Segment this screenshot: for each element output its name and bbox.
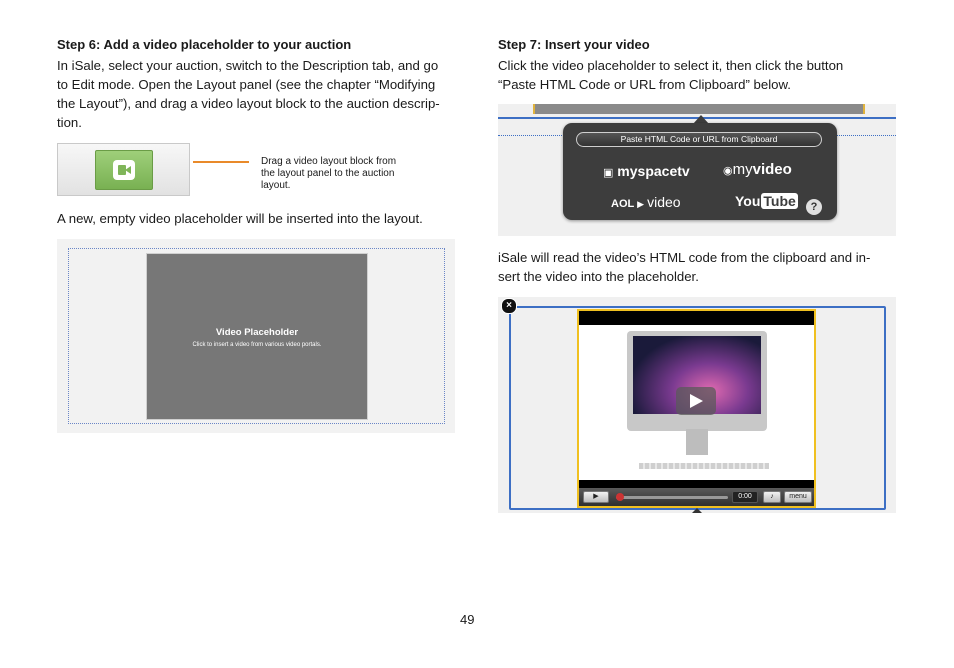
result-line: sert the video into the placeholder. xyxy=(498,269,699,284)
seek-bar[interactable] xyxy=(616,496,728,499)
imac-stand xyxy=(686,429,708,455)
myvideo-video: video xyxy=(752,161,792,178)
step7-line: Click the video placeholder to select it… xyxy=(498,58,844,73)
callout-line xyxy=(193,161,249,163)
tv-icon: ▣ xyxy=(603,167,614,179)
time-display: 0:00 xyxy=(732,491,758,503)
placeholder-title: Video Placeholder xyxy=(215,327,299,338)
myspacetv-text: myspacetv xyxy=(617,163,690,179)
video-placeholder[interactable]: Video Placeholder Click to insert a vide… xyxy=(146,253,368,420)
selected-placeholder-edge xyxy=(533,104,865,114)
video-controls: ▶ 0:00 ♪ menu xyxy=(579,488,814,506)
aol-text: AOL xyxy=(611,198,635,210)
seek-handle[interactable] xyxy=(616,493,624,501)
popup-anchor-arrow xyxy=(692,508,702,513)
step6-body: In iSale, select your auction, switch to… xyxy=(57,56,457,132)
callout-line-text: Drag a video layout block from xyxy=(261,156,397,167)
step6-line: the Layout”), and drag a video layout bl… xyxy=(57,96,440,111)
step6-line: to Edit mode. Open the Layout panel (see… xyxy=(57,77,436,92)
paste-popup-figure: Paste HTML Code or URL from Clipboard ▣ … xyxy=(498,104,896,236)
keyboard-image xyxy=(639,463,769,469)
page-number: 49 xyxy=(460,612,475,627)
step7-body: Click the video placeholder to select it… xyxy=(498,56,898,94)
myvideo-icon: ◉ xyxy=(723,165,733,177)
close-icon[interactable]: × xyxy=(501,298,517,314)
help-icon[interactable]: ? xyxy=(806,199,822,215)
aol-video-text: video xyxy=(647,194,681,210)
result-line: iSale will read the video’s HTML code fr… xyxy=(498,250,871,265)
youtube-logo[interactable]: You Tube xyxy=(735,193,798,209)
step7-result: iSale will read the video’s HTML code fr… xyxy=(498,248,898,286)
myspacetv-logo[interactable]: ▣ myspacetv xyxy=(603,163,690,179)
video-camera-icon xyxy=(113,160,135,180)
step6-heading: Step 6: Add a video placeholder to your … xyxy=(57,37,352,52)
callout-line-text: layout. xyxy=(261,180,291,191)
youtube-you: You xyxy=(735,193,761,209)
aol-video-logo[interactable]: AOL ▶ video xyxy=(611,194,681,210)
control-play-icon[interactable]: ▶ xyxy=(583,491,609,503)
imac-image xyxy=(627,331,767,431)
step6-line: tion. xyxy=(57,115,82,130)
myvideo-logo[interactable]: ◉myvideo xyxy=(723,161,792,178)
callout-line-text: the layout panel to the auction xyxy=(261,168,395,179)
embedded-video[interactable]: YouTube ▶ 0:00 ♪ menu xyxy=(577,309,816,508)
placeholder-note: A new, empty video placeholder will be i… xyxy=(57,211,423,226)
step7-line: “Paste HTML Code or URL from Clipboard” … xyxy=(498,77,791,92)
video-frame xyxy=(579,325,814,480)
step7-heading: Step 7: Insert your video xyxy=(498,37,650,52)
myvideo-my: my xyxy=(732,161,753,178)
step6-line: In iSale, select your auction, switch to… xyxy=(57,58,439,73)
youtube-watermark: YouTube xyxy=(764,468,810,480)
paste-html-button[interactable]: Paste HTML Code or URL from Clipboard xyxy=(576,132,822,147)
video-portal-popup: Paste HTML Code or URL from Clipboard ▣ … xyxy=(563,123,837,220)
video-layout-block[interactable] xyxy=(95,150,153,190)
aol-play-icon: ▶ xyxy=(637,199,645,209)
callout-text: Drag a video layout block from the layou… xyxy=(261,156,431,192)
play-icon[interactable] xyxy=(676,387,716,415)
menu-button[interactable]: menu xyxy=(784,491,812,503)
volume-icon[interactable]: ♪ xyxy=(763,491,781,503)
placeholder-subtitle: Click to insert a video from various vid… xyxy=(192,342,322,348)
youtube-tube: Tube xyxy=(761,193,798,209)
